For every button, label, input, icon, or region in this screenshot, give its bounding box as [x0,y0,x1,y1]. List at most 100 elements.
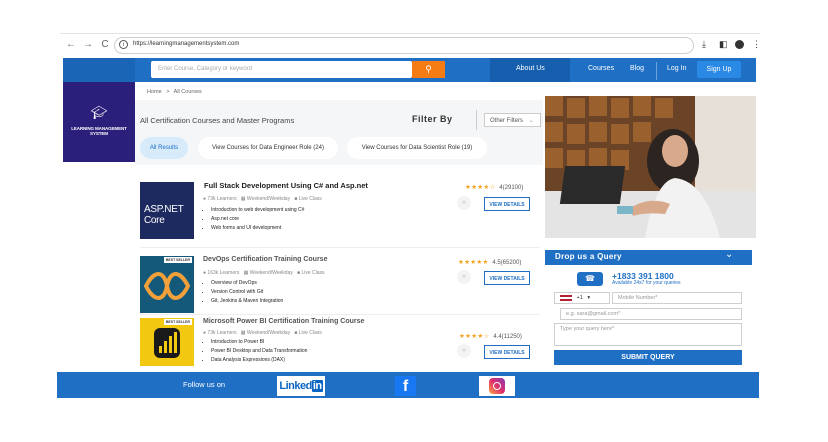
calendar-icon: ▦ [240,330,246,336]
star-rating: ★★★★☆ [459,333,490,340]
video-icon: ■ [294,330,298,336]
query-placeholder: Type your query here* [560,326,615,332]
review-count: (65200) [500,260,522,266]
view-details-button[interactable]: VIEW DETAILS [484,197,530,211]
highlight-item: Version Control with Git [211,288,283,297]
schedule: Weekend/Weekday [246,330,291,336]
chip-data-scientist[interactable]: View Courses for Data Scientist Role (19… [347,137,487,159]
breadcrumb-home[interactable]: Home [147,89,162,95]
course-thumbnail-aspnet[interactable]: ASP.NET Core [140,182,194,239]
signup-button[interactable]: Sign Up [697,61,741,78]
header-logo-area [63,58,135,82]
follow-us-label: Follow us on [183,380,226,389]
review-count: (11250) [501,334,522,340]
hero-image [545,96,756,238]
course-thumbnail-devops[interactable]: BEST SELLER [140,256,194,313]
course-rating: ★★★★★ 4.5(65200) [458,258,521,266]
chip-data-engineer[interactable]: View Courses for Data Engineer Role (24) [198,137,338,159]
class-mode: Live Class [298,196,322,202]
learners-count: 163k Learners [207,270,240,276]
learners-icon: ● [203,330,207,336]
highlight-item: Git, Jenkins & Maven Integration [211,297,283,306]
schedule: Weekend/Weekday [246,196,291,202]
nav-about[interactable]: About Us [516,65,545,72]
class-mode: Live Class [301,270,325,276]
course-highlights: Introduction to Power BI Power BI Deskto… [203,338,307,365]
facebook-tile[interactable]: f [392,376,419,396]
view-details-button[interactable]: VIEW DETAILS [484,271,530,285]
chevron-down-icon[interactable]: ⌄ [725,249,733,260]
filter-divider [476,110,477,130]
other-filters-dropdown[interactable]: Other Filters ⌄ [484,113,541,127]
learners-count: 73k Learners [207,196,237,202]
video-icon: ■ [294,196,298,202]
heart-icon[interactable]: ♥ [457,196,471,210]
card-divider [140,314,540,315]
nav-divider [656,62,657,80]
heart-icon[interactable]: ♥ [457,270,471,284]
learners-icon: ● [203,196,207,202]
course-highlights: Overview of DevOps Version Control with … [203,279,283,306]
search-button[interactable]: ⚲ [412,61,445,78]
submit-query-button[interactable]: SUBMIT QUERY [554,350,742,365]
view-details-button[interactable]: VIEW DETAILS [484,345,530,359]
url-text: https://learningmanagementsystem.com [133,41,240,47]
course-rating: ★★★★☆ 4(29100) [465,183,523,191]
card-divider [140,247,540,248]
course-highlights: Introduction to web development using C#… [203,206,304,233]
us-flag-icon [560,295,572,301]
browser-top-border [60,33,760,34]
highlight-item: Power BI Desktop and Data Transformation [211,347,307,356]
course-meta: ● 73k Learners ▦ Weekend/Weekday ■ Live … [203,330,322,336]
site-info-icon[interactable]: i [119,40,128,49]
nav-blog[interactable]: Blog [630,65,644,72]
other-filters-label: Other Filters [490,118,524,124]
chevron-down-icon: ⌄ [528,118,534,124]
course-thumbnail-powerbi[interactable]: BEST SELLER [140,318,194,366]
nav-courses[interactable]: Courses [588,65,614,72]
facebook-icon: f [395,376,416,396]
course-title[interactable]: DevOps Certification Training Course [203,256,327,263]
download-icon[interactable]: ⤓ [702,39,706,50]
linkedin-icon[interactable]: Linkedin [277,376,325,396]
mobile-placeholder: Mobile Number* [618,295,658,301]
profile-avatar[interactable] [735,40,744,49]
highlight-item: Asp.net core [211,215,304,224]
country-code-select[interactable]: +1 ▾ [554,292,610,304]
course-title[interactable]: Microsoft Power BI Certification Trainin… [203,318,364,325]
heart-icon[interactable]: ♥ [457,344,471,358]
chevron-down-icon: ▾ [587,295,591,302]
search-placeholder: Enter Course, Category or keyword [158,66,253,72]
breadcrumb-separator: > [166,89,170,95]
back-arrow-icon[interactable]: ← [65,39,77,50]
mobile-input[interactable]: Mobile Number* [612,292,742,304]
course-rating: ★★★★☆ 4.4(11250) [459,332,522,340]
forward-arrow-icon[interactable]: → [82,39,94,50]
chip-all-results[interactable]: All Results [140,137,188,159]
sidepanel-icon[interactable]: ◧ [719,39,728,50]
email-input[interactable]: e.g. sara@gmail.com* [560,308,742,320]
search-icon: ⚲ [425,64,432,74]
reload-icon[interactable]: C [99,39,111,50]
course-meta: ● 73k Learners ▦ Weekend/Weekday ■ Live … [203,196,322,202]
brand-logo-panel[interactable] [63,82,135,162]
highlight-item: Introduction to Power BI [211,338,307,347]
menu-dots-icon[interactable]: ⋮ [752,39,761,50]
highlight-item: Web forms and UI development [211,224,304,233]
thumb-text: ASP.NET Core [144,204,184,226]
instagram-tile[interactable] [479,376,515,396]
video-icon: ■ [297,270,301,276]
course-title[interactable]: Full Stack Development Using C# and Asp.… [204,181,368,190]
nav-login[interactable]: Log In [667,65,686,72]
highlight-item: Overview of DevOps [211,279,283,288]
phone-icon: ☎ [577,272,603,286]
star-rating: ★★★★☆ [465,184,496,191]
page-title: All Certification Courses and Master Pro… [140,116,295,125]
calendar-icon: ▦ [243,270,249,276]
calendar-icon: ▦ [240,196,246,202]
star-rating: ★★★★★ [458,259,489,266]
breadcrumb: Home > All Courses [147,89,202,95]
rating-value: 4.4 [493,334,502,340]
query-textarea[interactable]: Type your query here* [554,323,742,346]
best-seller-badge: BEST SELLER [163,257,192,263]
